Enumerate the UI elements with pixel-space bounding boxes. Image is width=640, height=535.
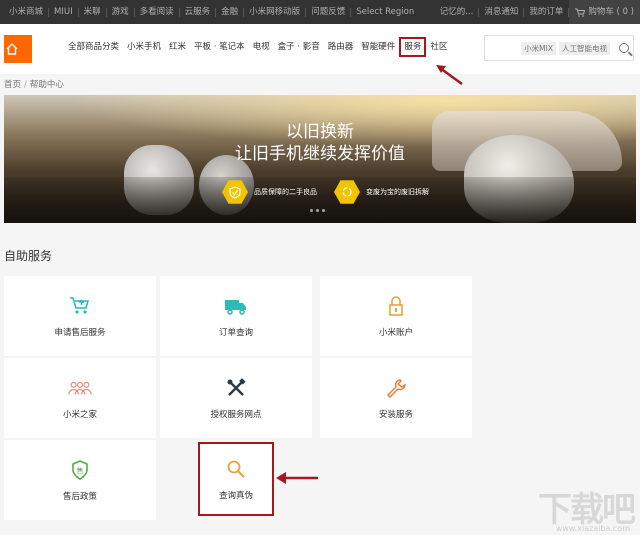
service-label: 授权服务网点 (210, 410, 262, 420)
recycle-icon (334, 180, 360, 204)
annotation-arrow-icon (276, 472, 318, 484)
mi-logo[interactable] (4, 35, 32, 63)
service-authorized-outlets[interactable]: 授权服务网点 (160, 358, 312, 438)
carousel-dot[interactable] (310, 209, 313, 212)
wrench-icon (384, 376, 408, 400)
top-link-feedback[interactable]: 问题反馈 (306, 7, 352, 17)
service-label: 小米账户 (378, 328, 413, 338)
breadcrumb: 首页 / 帮助中心 (4, 78, 64, 90)
site-header: 全部商品分类 小米手机 红米 平板 · 笔记本 电视 盒子 · 影音 路由器 智… (0, 24, 640, 74)
cart-button[interactable]: 购物车 ( 0 ) (569, 0, 640, 24)
service-after-sales-policy[interactable]: 售 售后政策 (4, 440, 156, 520)
nav-tv[interactable]: 电视 (249, 40, 274, 57)
svg-text:售: 售 (77, 466, 84, 475)
top-link-mobile[interactable]: 小米网移动版 (244, 7, 307, 17)
hero-water (4, 177, 636, 223)
nav-community[interactable]: 社区 (426, 40, 451, 57)
shield-check-icon (222, 180, 248, 204)
nav-smart-hardware[interactable]: 智能硬件 (357, 40, 399, 57)
annotation-arrow-icon (436, 65, 463, 86)
cart-icon (575, 8, 586, 17)
service-mi-home[interactable]: 小米之家 (4, 358, 156, 438)
watermark-url: www.xiazaiba.com (555, 524, 630, 533)
nav-tablet-laptop[interactable]: 平板 · 笔记本 (190, 40, 249, 57)
my-orders-link[interactable]: 我的订单 (524, 7, 570, 17)
main-nav: 全部商品分类 小米手机 红米 平板 · 笔记本 电视 盒子 · 影音 路由器 智… (64, 37, 451, 57)
top-link-finance[interactable]: 金融 (216, 7, 245, 17)
service-installation[interactable]: 安装服务 (320, 358, 472, 438)
search-tag-mix[interactable]: 小米MIX (521, 41, 556, 55)
user-name-link[interactable]: 记忆的... (435, 7, 480, 17)
nav-redmi[interactable]: 红米 (165, 40, 190, 57)
service-label: 申请售后服务 (54, 328, 106, 338)
service-label: 查询真伪 (218, 491, 253, 501)
service-order-query[interactable]: 订单查询 (160, 276, 312, 356)
service-label: 订单查询 (218, 328, 253, 338)
nav-all-categories[interactable]: 全部商品分类 (64, 40, 123, 57)
search-icon[interactable] (619, 43, 629, 53)
nav-service[interactable]: 服务 (399, 37, 427, 57)
service-label: 售后政策 (62, 492, 97, 502)
service-mi-account[interactable]: 小米账户 (320, 276, 472, 356)
breadcrumb-current: 帮助中心 (29, 80, 64, 90)
top-link-miui[interactable]: MIUI (49, 7, 79, 17)
hero-badge-quality: 品质保障的二手良品 (222, 179, 317, 205)
top-bar: 小米商城 MIUI 米聊 游戏 多看阅读 云服务 金融 小米网移动版 问题反馈 … (0, 0, 640, 24)
carousel-dots (310, 209, 325, 212)
cart-label: 购物车 ( 0 ) (588, 6, 634, 17)
cart-icon (68, 294, 92, 318)
top-link-mitalk[interactable]: 米聊 (79, 7, 107, 17)
carousel-dot[interactable] (322, 209, 325, 212)
search-box[interactable]: 小米MIX 人工智能电视 (484, 35, 634, 61)
top-link-region[interactable]: Select Region (351, 7, 419, 17)
hero-badge-recycle-label: 变废为宝的废旧拆解 (366, 188, 429, 196)
hero-badge-quality-label: 品质保障的二手良品 (254, 188, 317, 196)
top-links: 小米商城 MIUI 米聊 游戏 多看阅读 云服务 金融 小米网移动版 问题反馈 … (0, 7, 419, 17)
breadcrumb-home[interactable]: 首页 (4, 80, 21, 90)
hero-badge-recycle: 变废为宝的废旧拆解 (334, 179, 429, 205)
service-label: 小米之家 (62, 410, 97, 420)
services-grid: 申请售后服务 订单查询 小米账户 小米之家 授权服务网点 安装服务 售 售后政策… (4, 276, 476, 520)
top-link-mall[interactable]: 小米商城 (4, 7, 50, 17)
service-verify-authenticity[interactable]: 查询真伪 (198, 442, 274, 516)
truck-icon (224, 294, 248, 318)
notifications-link[interactable]: 消息通知 (479, 7, 525, 17)
top-link-games[interactable]: 游戏 (107, 7, 135, 17)
lock-icon (384, 294, 408, 318)
search-icon (224, 457, 248, 481)
top-link-reading[interactable]: 多看阅读 (135, 7, 180, 17)
top-link-cloud[interactable]: 云服务 (180, 7, 217, 17)
home-icon (6, 43, 18, 55)
people-icon (68, 376, 92, 400)
hero-subtitle: 让旧手机继续发挥价值 (235, 144, 405, 164)
search-tag-ai-tv[interactable]: 人工智能电视 (559, 41, 610, 55)
breadcrumb-separator: / (24, 80, 27, 90)
carousel-dot[interactable] (316, 209, 319, 212)
nav-mi-phone[interactable]: 小米手机 (123, 40, 165, 57)
top-user-links: 记忆的... 消息通知 我的订单 购物车 ( 0 ) (435, 0, 640, 24)
section-title: 自助服务 (4, 249, 53, 263)
nav-box-media[interactable]: 盒子 · 影音 (274, 40, 324, 57)
nav-router[interactable]: 路由器 (324, 40, 358, 57)
hero-banner[interactable]: 以旧换新 让旧手机继续发挥价值 品质保障的二手良品 变废为宝的废旧拆解 (4, 95, 636, 223)
service-label: 安装服务 (378, 410, 413, 420)
shield-icon: 售 (68, 458, 92, 482)
service-after-sales[interactable]: 申请售后服务 (4, 276, 156, 356)
tools-icon (224, 376, 248, 400)
